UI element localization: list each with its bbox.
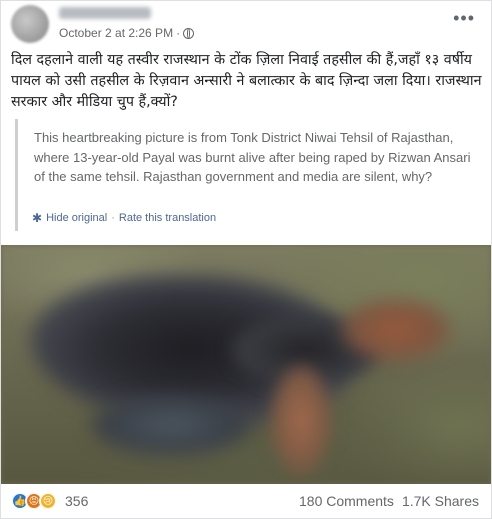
author-name-blurred[interactable] (59, 7, 151, 19)
post-photo-blurred[interactable] (1, 245, 491, 484)
facebook-post: October 2 at 2:26 PM · ••• दिल दहलाने वा… (0, 0, 492, 519)
translation-links: ✱ Hide original · Rate this translation (32, 211, 216, 225)
reaction-count[interactable]: 356 (65, 493, 88, 509)
hide-original-link[interactable]: Hide original (46, 212, 107, 224)
post-footer: 👍 😡 😢 356 180 Comments 1.7K Shares (1, 485, 491, 518)
sad-icon: 😢 (39, 492, 57, 510)
photo-blur-region (271, 365, 331, 475)
reactions-summary[interactable]: 👍 😡 😢 356 (11, 492, 88, 510)
comments-count[interactable]: 180 Comments (299, 493, 394, 509)
photo-blur-region (341, 300, 451, 360)
link-separator: · (111, 212, 115, 224)
avatar[interactable] (11, 5, 49, 43)
timestamp[interactable]: October 2 at 2:26 PM (59, 26, 173, 40)
post-text: दिल दहलाने वाली यह तस्वीर राजस्थान के टो… (11, 52, 482, 110)
ellipsis-icon[interactable]: ••• (453, 9, 475, 27)
post-meta: October 2 at 2:26 PM · (59, 26, 195, 40)
photo-blur-region (91, 395, 251, 455)
translation-text: This heartbreaking picture is from Tonk … (34, 130, 471, 184)
gear-icon[interactable]: ✱ (32, 211, 42, 225)
translation-block: This heartbreaking picture is from Tonk … (15, 119, 481, 231)
shares-count[interactable]: 1.7K Shares (402, 493, 479, 509)
rate-translation-link[interactable]: Rate this translation (119, 212, 216, 224)
globe-icon[interactable] (183, 27, 195, 39)
meta-separator: · (176, 26, 181, 40)
engagement-stats: 180 Comments 1.7K Shares (299, 493, 479, 509)
post-header: October 2 at 2:26 PM · ••• (1, 1, 491, 47)
